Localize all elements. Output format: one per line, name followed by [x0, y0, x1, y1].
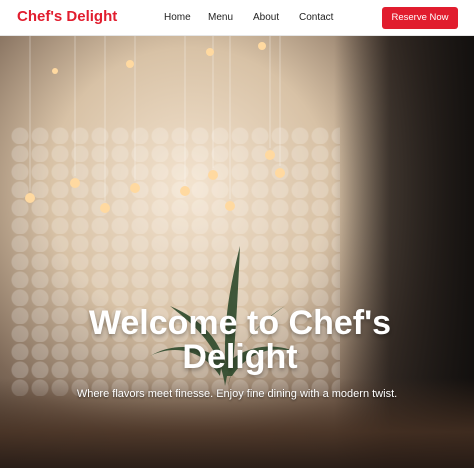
hero-subtitle: Where flavors meet finesse. Enjoy fine d…	[76, 388, 398, 400]
brand-logo-text[interactable]: Chef's Delight	[17, 8, 117, 25]
hero-section: Welcome to Chef's Delight Where flavors …	[0, 36, 474, 468]
top-navigation-bar: Chef's Delight Home Menu About Contact R…	[0, 0, 474, 36]
reserve-now-button[interactable]: Reserve Now	[382, 7, 458, 29]
nav-home-link[interactable]: Home	[164, 12, 191, 23]
nav-about-link[interactable]: About	[253, 12, 279, 23]
nav-contact-link[interactable]: Contact	[299, 12, 333, 23]
hero-title: Welcome to Chef's Delight	[88, 304, 392, 376]
nav-menu-link[interactable]: Menu	[208, 12, 233, 23]
